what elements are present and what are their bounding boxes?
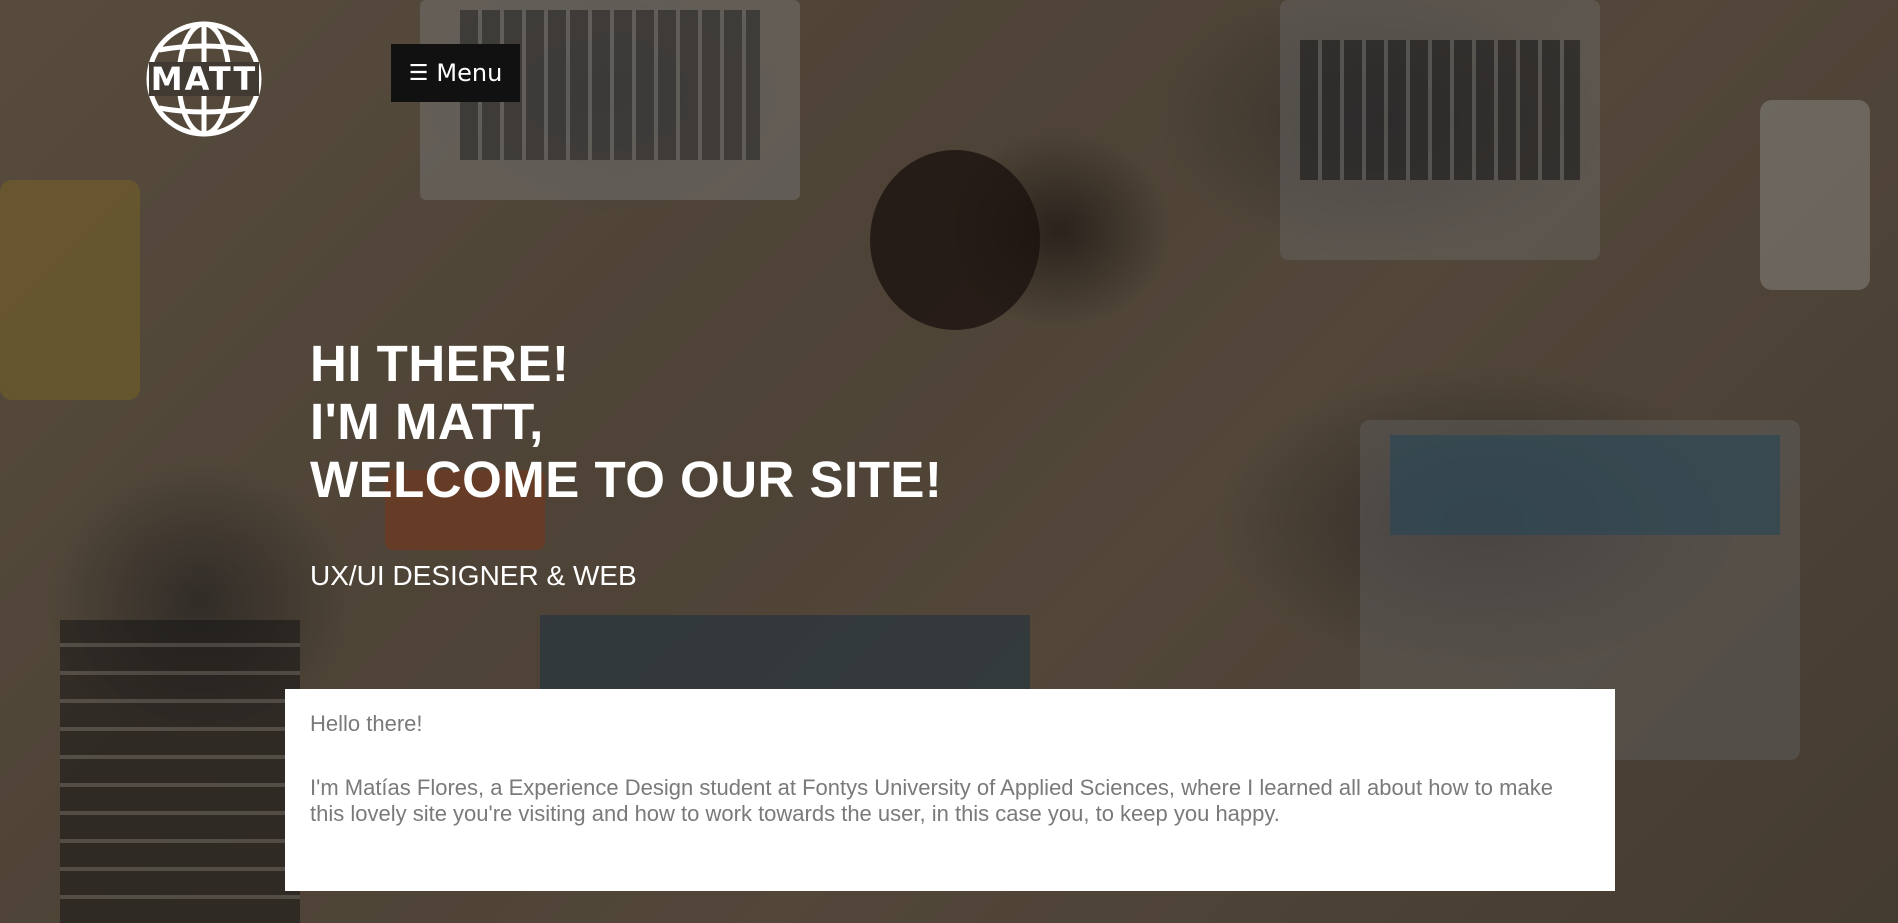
intro-greeting: Hello there! xyxy=(310,711,423,736)
page: MATT ☰ Menu HI THERE! I'M MATT, WELCOME … xyxy=(0,0,1898,923)
hero-heading: HI THERE! I'M MATT, WELCOME TO OUR SITE! xyxy=(310,335,942,509)
intro-card: Hello there! I'm Matías Flores, a Experi… xyxy=(285,689,1615,891)
menu-label: Menu xyxy=(436,59,503,87)
hamburger-icon: ☰ xyxy=(408,60,429,86)
menu-button[interactable]: ☰ Menu xyxy=(391,44,520,102)
site-logo[interactable]: MATT xyxy=(145,20,263,138)
hero-line-3: WELCOME TO OUR SITE! xyxy=(310,451,943,508)
intro-body: I'm Matías Flores, a Experience Design s… xyxy=(310,775,1553,826)
hero-subtitle: UX/UI DESIGNER & WEB xyxy=(310,560,637,591)
hero-line-2: I'M MATT, xyxy=(310,393,544,450)
hero-heading-block: HI THERE! I'M MATT, WELCOME TO OUR SITE! xyxy=(310,335,942,509)
logo-text: MATT xyxy=(150,60,258,98)
hero-line-1: HI THERE! xyxy=(310,335,570,392)
